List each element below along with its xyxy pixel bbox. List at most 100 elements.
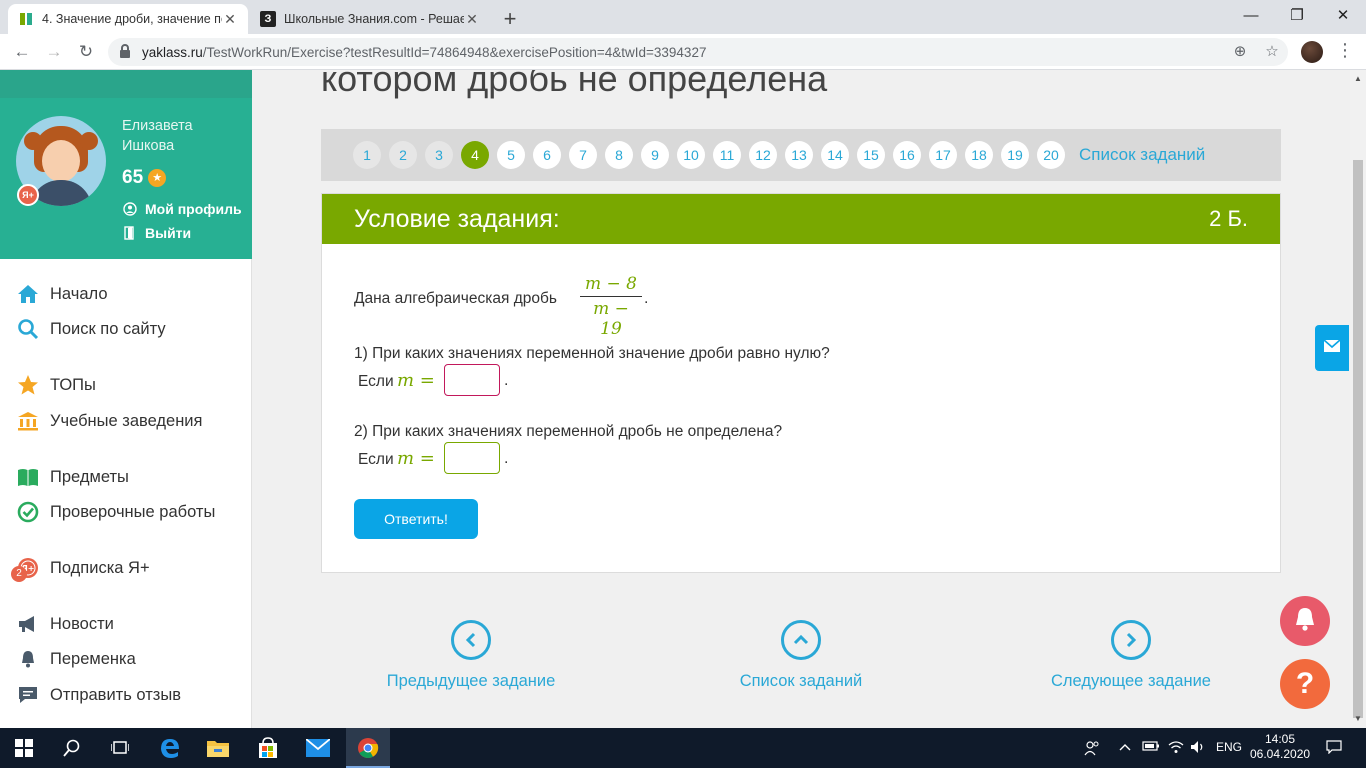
scroll-up-arrow-icon[interactable]: ▲ xyxy=(1350,74,1366,83)
mail-feedback-tab[interactable] xyxy=(1315,325,1349,371)
question-number-10[interactable]: 10 xyxy=(677,141,705,169)
windows-start-icon[interactable] xyxy=(12,736,36,760)
menu-item-checks[interactable]: Проверочные работы xyxy=(16,499,215,525)
answer-input-2[interactable] xyxy=(444,442,500,474)
submit-answer-button[interactable]: Ответить! xyxy=(354,499,478,539)
period: . xyxy=(504,450,509,467)
back-arrow-icon[interactable]: ← xyxy=(10,40,34,64)
menu-item-label: Новости xyxy=(50,614,114,633)
task-panel: Условие задания: 2 Б. Дана алгебраическа… xyxy=(321,193,1281,573)
question-number-16[interactable]: 16 xyxy=(893,141,921,169)
question-2-text: 2) При каких значениях переменной дробь … xyxy=(354,423,783,440)
taskbar-search-icon[interactable] xyxy=(60,736,84,760)
task-points: 2 Б. xyxy=(1209,206,1248,231)
edge-browser-icon[interactable] xyxy=(158,736,182,760)
question-number-20[interactable]: 20 xyxy=(1037,141,1065,169)
my-profile-link[interactable]: Мой профиль xyxy=(122,201,242,217)
window-close-icon[interactable]: ✕ xyxy=(1320,4,1366,28)
question-number-6[interactable]: 6 xyxy=(533,141,561,169)
institution-icon xyxy=(16,409,40,433)
new-tab-button[interactable]: + xyxy=(498,6,522,32)
bell-icon xyxy=(16,647,40,671)
url-host: yaklass.ru xyxy=(142,44,203,60)
megaphone-icon xyxy=(16,612,40,636)
user-name: Елизавета Ишкова xyxy=(122,118,193,154)
add-circle-icon[interactable]: ⊕ xyxy=(1230,42,1250,60)
profile-avatar[interactable] xyxy=(1301,41,1323,63)
tab-znania[interactable]: З Школьные Знания.com - Решае ✕ xyxy=(250,4,490,34)
question-number-12[interactable]: 12 xyxy=(749,141,777,169)
browser-menu-icon[interactable]: ⋮ xyxy=(1336,40,1354,61)
next-task-nav[interactable]: Следующее задание xyxy=(1021,620,1241,691)
page-scrollbar[interactable]: ▲ ▼ xyxy=(1350,70,1366,728)
question-number-4[interactable]: 4 xyxy=(461,141,489,169)
wifi-icon[interactable] xyxy=(1168,740,1184,757)
menu-item-break[interactable]: Переменка xyxy=(16,646,136,672)
question-number-15[interactable]: 15 xyxy=(857,141,885,169)
address-bar[interactable]: yaklass.ru/TestWorkRun/Exercise?testResu… xyxy=(108,38,1288,66)
menu-item-news[interactable]: Новости xyxy=(16,611,114,637)
volume-icon[interactable] xyxy=(1190,740,1206,757)
scroll-thumb[interactable] xyxy=(1353,160,1363,718)
bell-icon xyxy=(1293,606,1317,637)
checks-count-badge: 2 xyxy=(11,566,27,582)
battery-icon[interactable] xyxy=(1142,740,1160,755)
menu-item-institutions[interactable]: Учебные заведения xyxy=(16,408,202,434)
znania-favicon-icon: З xyxy=(260,11,276,27)
question-number-18[interactable]: 18 xyxy=(965,141,993,169)
question-number-11[interactable]: 11 xyxy=(713,141,741,169)
menu-item-home[interactable]: Начало xyxy=(16,281,108,307)
question-number-8[interactable]: 8 xyxy=(605,141,633,169)
prev-task-nav[interactable]: Предыдущее задание xyxy=(361,620,581,691)
answer-input-1[interactable] xyxy=(444,364,500,396)
tab-close-icon[interactable]: ✕ xyxy=(464,11,480,28)
menu-item-label: Проверочные работы xyxy=(50,502,216,521)
feedback-icon xyxy=(16,683,40,707)
notifications-button[interactable] xyxy=(1280,596,1330,646)
help-button[interactable]: ? xyxy=(1280,659,1330,709)
tab-title: Школьные Знания.com - Решае xyxy=(284,12,464,26)
home-icon xyxy=(16,282,40,306)
question-number-5[interactable]: 5 xyxy=(497,141,525,169)
system-clock[interactable]: 14:05 06.04.2020 xyxy=(1250,732,1310,762)
reload-icon[interactable]: ↻ xyxy=(74,40,98,64)
minimize-icon[interactable]: — xyxy=(1228,4,1274,28)
door-exit-icon xyxy=(122,226,137,241)
question-number-3[interactable]: 3 xyxy=(425,141,453,169)
task-list-link[interactable]: Список заданий xyxy=(1079,145,1205,165)
menu-item-search[interactable]: Поиск по сайту xyxy=(16,316,166,342)
bookmark-star-icon[interactable]: ☆ xyxy=(1262,42,1282,60)
mail-app-icon[interactable] xyxy=(306,736,330,760)
input-language[interactable]: ENG xyxy=(1216,740,1242,754)
file-explorer-icon[interactable] xyxy=(206,736,230,760)
logout-link[interactable]: Выйти xyxy=(122,225,191,241)
menu-item-subscription[interactable]: Я+ Подписка Я+ xyxy=(16,555,150,581)
question-number-13[interactable]: 13 xyxy=(785,141,813,169)
people-icon[interactable] xyxy=(1084,740,1100,759)
browser-tab-bar: 4. Значение дроби, значение пе ✕ З Школь… xyxy=(0,0,1366,34)
url-path: /TestWorkRun/Exercise?testResultId=74864… xyxy=(202,44,707,60)
scroll-down-arrow-icon[interactable]: ▼ xyxy=(1350,714,1366,723)
chrome-icon[interactable] xyxy=(356,736,380,760)
tab-yaklass[interactable]: 4. Значение дроби, значение пе ✕ xyxy=(8,4,248,34)
menu-item-tops[interactable]: ТОПы xyxy=(16,372,96,398)
question-number-1[interactable]: 1 xyxy=(353,141,381,169)
question-number-14[interactable]: 14 xyxy=(821,141,849,169)
question-number-17[interactable]: 17 xyxy=(929,141,957,169)
question-number-7[interactable]: 7 xyxy=(569,141,597,169)
store-icon[interactable] xyxy=(256,736,280,760)
tab-close-icon[interactable]: ✕ xyxy=(222,11,238,28)
restore-icon[interactable]: ❐ xyxy=(1274,4,1320,28)
task-list-nav[interactable]: Список заданий xyxy=(691,620,911,691)
question-number-9[interactable]: 9 xyxy=(641,141,669,169)
notification-center-icon[interactable] xyxy=(1326,740,1342,757)
task-view-icon[interactable] xyxy=(108,736,132,760)
prev-task-label: Предыдущее задание xyxy=(386,672,556,690)
menu-item-subjects[interactable]: Предметы xyxy=(16,464,129,490)
forward-arrow-icon[interactable]: → xyxy=(42,40,66,64)
menu-item-feedback[interactable]: Отправить отзыв xyxy=(16,682,181,708)
clock-time: 14:05 xyxy=(1264,732,1296,746)
tray-chevron-up-icon[interactable] xyxy=(1118,740,1132,757)
question-number-19[interactable]: 19 xyxy=(1001,141,1029,169)
question-number-2[interactable]: 2 xyxy=(389,141,417,169)
